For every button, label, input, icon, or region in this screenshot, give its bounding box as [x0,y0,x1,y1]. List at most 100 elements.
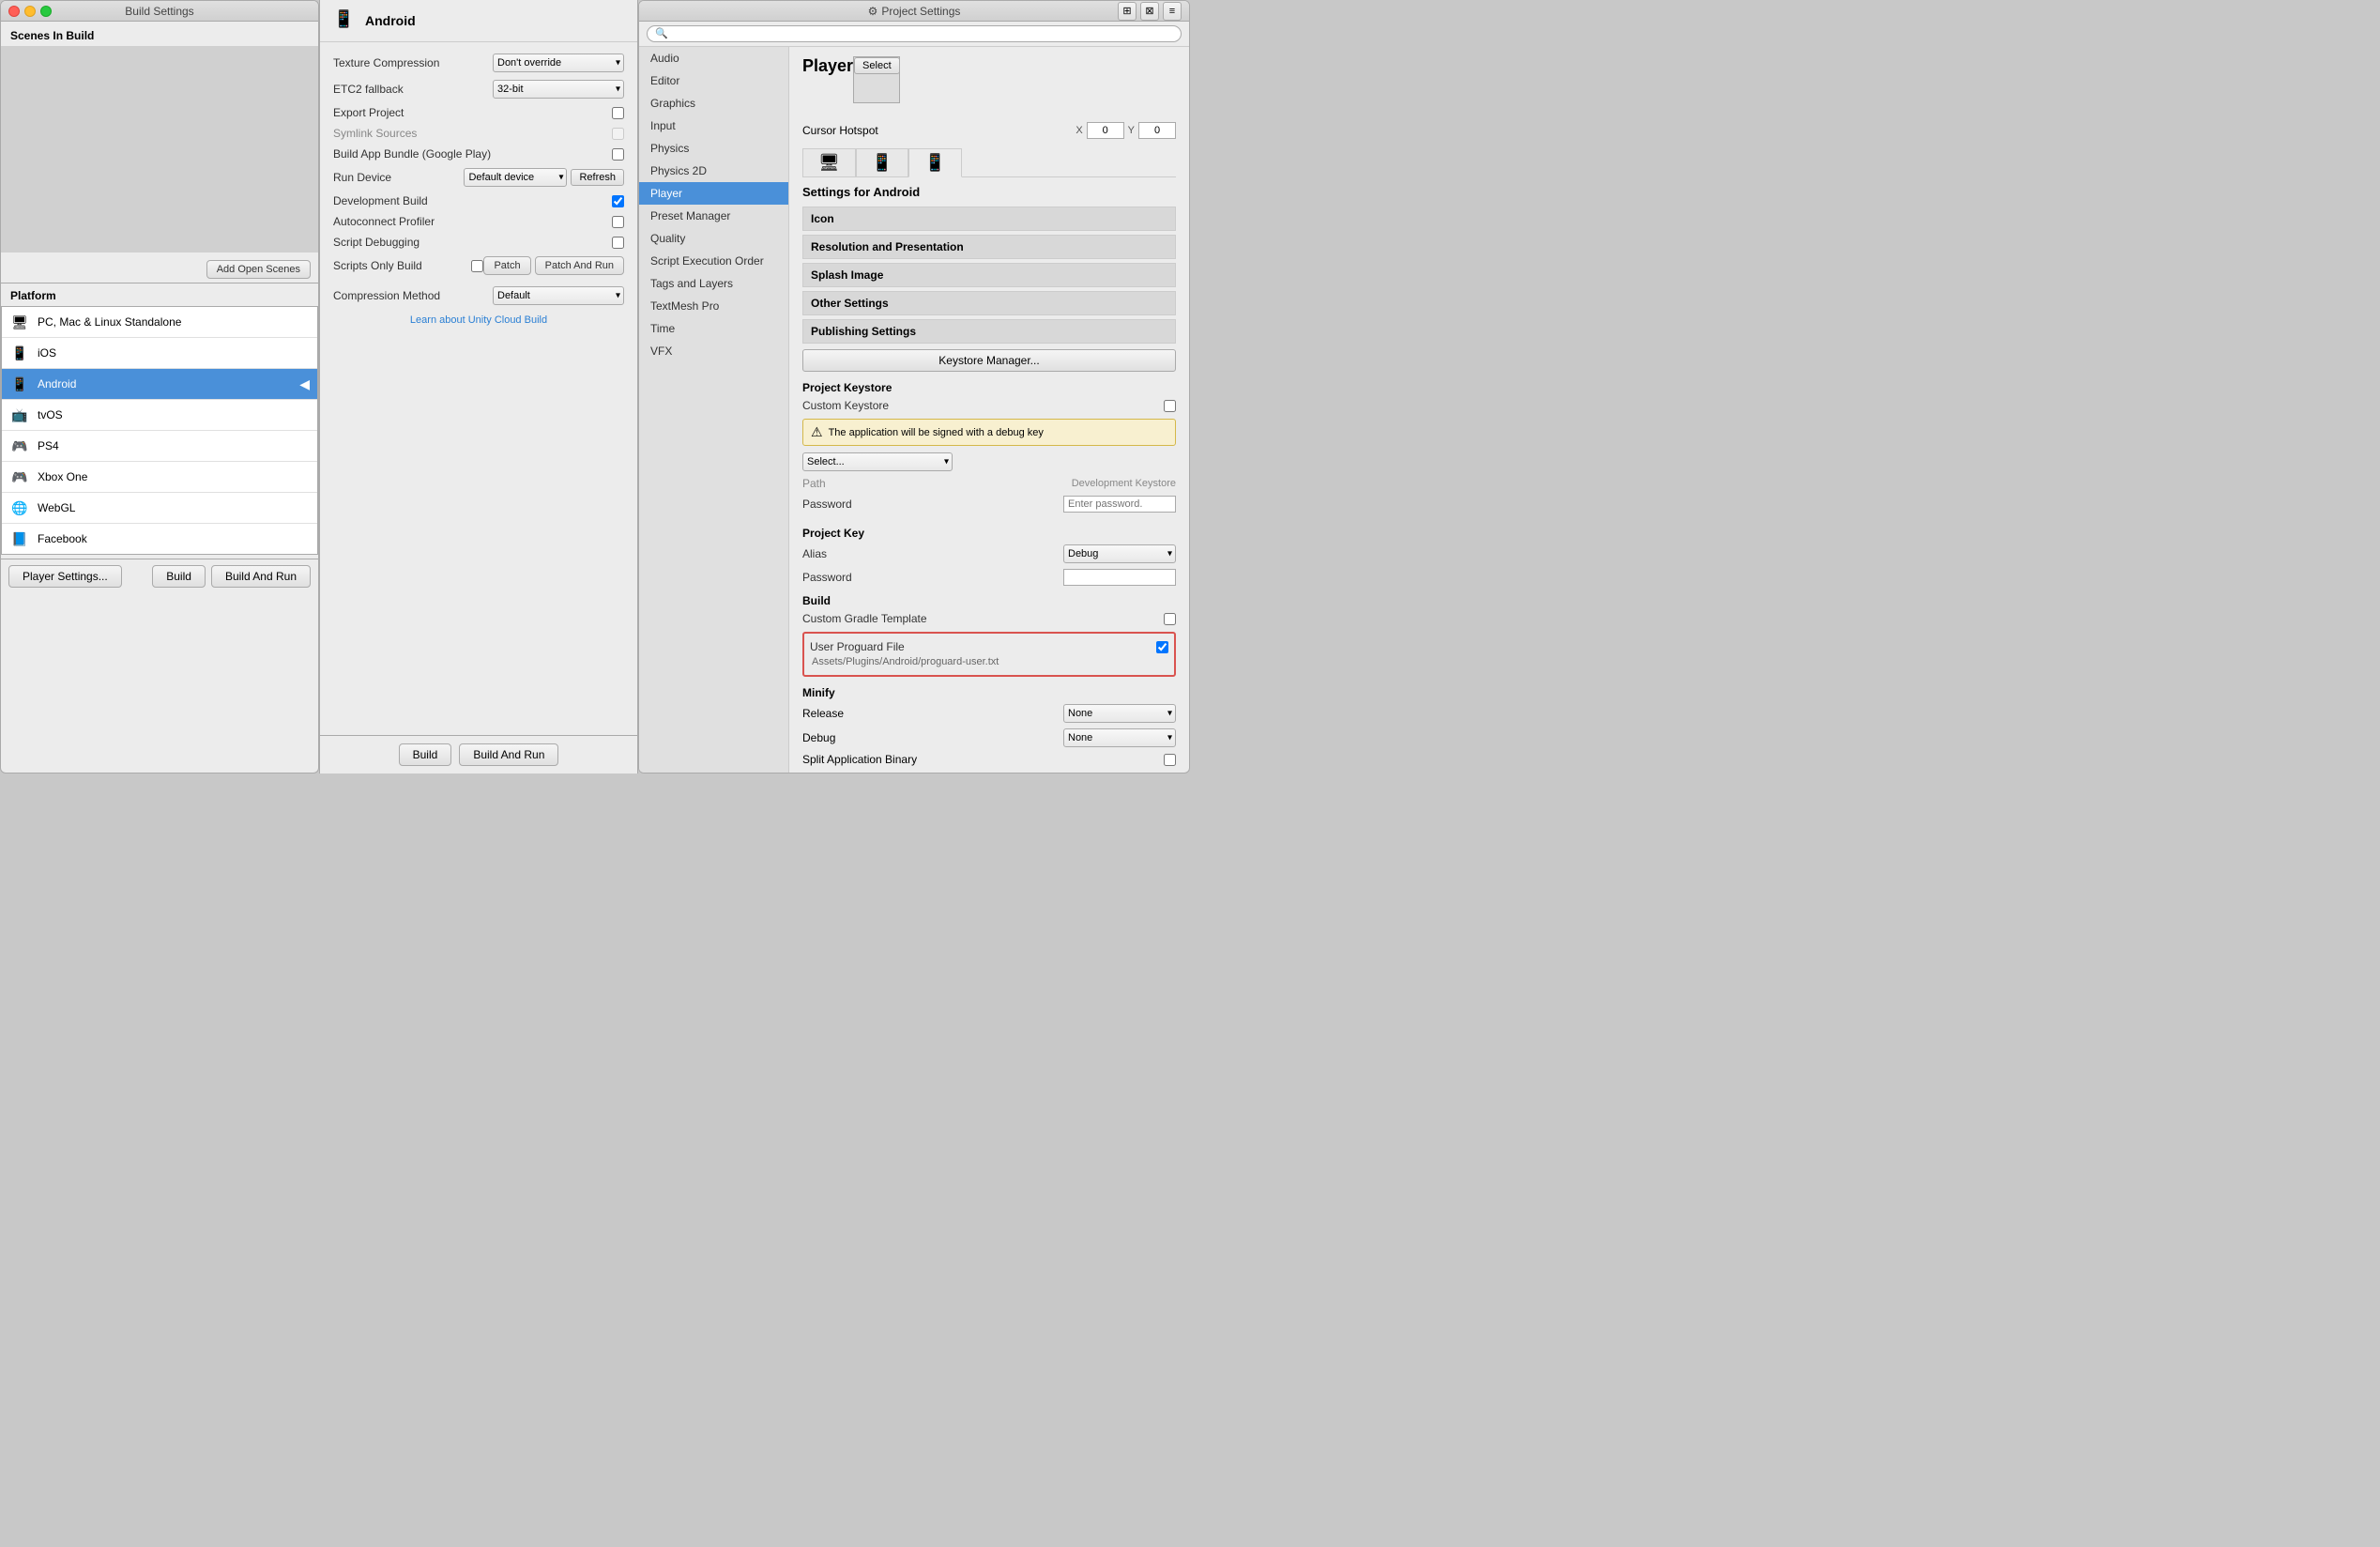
project-key-password-input[interactable] [1063,569,1176,586]
keystore-manager-button[interactable]: Keystore Manager... [802,349,1176,372]
tab-standalone[interactable]: 🖥 [802,148,856,176]
run-device-row: Run Device Default device Refresh [333,164,624,191]
scenes-list [1,46,318,253]
minimize-button[interactable] [24,6,36,17]
close-button[interactable] [8,6,20,17]
alias-select-wrapper: Debug [1063,544,1176,563]
development-build-checkbox[interactable] [612,195,624,207]
platform-item-android[interactable]: 📱 Android ◀ [2,369,317,400]
build-app-bundle-checkbox[interactable] [612,148,624,161]
project-key-password-label: Password [802,571,1063,584]
publishing-section-header[interactable]: Publishing Settings [802,319,1176,344]
texture-compression-select[interactable]: Don't override [493,54,624,72]
sidebar-item-vfx[interactable]: VFX [639,340,788,362]
patch-buttons-group: Patch Patch And Run [483,256,624,275]
player-tabs: 🖥 📱 📱 [802,148,1176,177]
build-and-run-button[interactable]: Build And Run [211,565,311,588]
scripts-only-build-checkbox[interactable] [471,260,483,272]
alias-select[interactable]: Debug [1063,544,1176,563]
sidebar-item-presetmanager[interactable]: Preset Manager [639,205,788,227]
symlink-sources-label: Symlink Sources [333,127,612,140]
sidebar-item-scriptexecutionorder[interactable]: Script Execution Order [639,250,788,272]
sidebar-item-audio[interactable]: Audio [639,47,788,69]
android-build-and-run-button[interactable]: Build And Run [459,743,558,766]
autoconnect-profiler-checkbox[interactable] [612,216,624,228]
patch-and-run-button[interactable]: Patch And Run [535,256,624,275]
patch-button[interactable]: Patch [483,256,530,275]
add-open-scenes-button[interactable]: Add Open Scenes [206,260,311,279]
platform-label-xboxone: Xbox One [38,470,87,483]
platform-label-pc: PC, Mac & Linux Standalone [38,315,181,329]
minify-release-label: Release [802,707,1063,720]
other-settings-section-header[interactable]: Other Settings [802,291,1176,315]
platform-item-ps4[interactable]: 🎮 PS4 [2,431,317,462]
minify-debug-label: Debug [802,731,1063,744]
project-key-title: Project Key [802,523,1176,542]
keystore-path-label: Path [802,477,1072,490]
ps-icon-btn-2[interactable]: ⊠ [1140,2,1159,21]
tvos-icon: 📺 [9,405,30,425]
splash-section-header[interactable]: Splash Image [802,263,1176,287]
refresh-button[interactable]: Refresh [571,169,624,186]
run-device-select[interactable]: Default device [464,168,567,187]
user-proguard-section: User Proguard File Assets/Plugins/Androi… [802,632,1176,677]
platform-item-xboxone[interactable]: 🎮 Xbox One [2,462,317,493]
sidebar-item-editor[interactable]: Editor [639,69,788,92]
cursor-hotspot-row: Cursor Hotspot X 0 Y 0 [802,118,1176,143]
custom-keystore-checkbox[interactable] [1164,400,1176,412]
ps-search-input[interactable] [647,25,1182,42]
etc2-fallback-select[interactable]: 32-bit [493,80,624,99]
sidebar-item-quality[interactable]: Quality [639,227,788,250]
split-app-checkbox[interactable] [1164,754,1176,766]
ps-icon-btn-3[interactable]: ≡ [1163,2,1182,21]
sidebar-item-physics[interactable]: Physics [639,137,788,160]
ps-toolbar [639,22,1189,47]
tab-android[interactable]: 📱 [908,148,961,177]
etc2-fallback-label: ETC2 fallback [333,83,493,96]
cursor-y-input[interactable]: 0 [1138,122,1176,139]
compression-method-select[interactable]: Default [493,286,624,305]
resolution-section-header[interactable]: Resolution and Presentation [802,235,1176,259]
scripts-only-build-row: Scripts Only Build Patch Patch And Run [333,253,624,279]
sidebar-item-tagsandlayers[interactable]: Tags and Layers [639,272,788,295]
platform-item-tvos[interactable]: 📺 tvOS [2,400,317,431]
user-proguard-checkbox[interactable] [1156,641,1168,653]
development-build-row: Development Build [333,191,624,211]
maximize-button[interactable] [40,6,52,17]
cloud-link[interactable]: Learn about Unity Cloud Build [333,309,624,331]
android-build-button[interactable]: Build [399,743,452,766]
sidebar-item-input[interactable]: Input [639,115,788,137]
platform-item-facebook[interactable]: 📘 Facebook [2,524,317,554]
tab-mobile[interactable]: 📱 [856,148,908,176]
ps-main: Player Select Cursor Hotspot X 0 Y 0 🖥 📱 [789,47,1189,773]
player-settings-button[interactable]: Player Settings... [8,565,122,588]
keystore-select-row: Select... [802,450,1176,474]
platform-item-pc[interactable]: 🖥 PC, Mac & Linux Standalone [2,307,317,338]
symlink-sources-checkbox[interactable] [612,128,624,140]
script-debugging-checkbox[interactable] [612,237,624,249]
sidebar-item-textmeshpro[interactable]: TextMesh Pro [639,295,788,317]
platform-item-ios[interactable]: 📱 iOS [2,338,317,369]
platform-list: 🖥 PC, Mac & Linux Standalone 📱 iOS 📱 And… [1,306,318,555]
platform-label-tvos: tvOS [38,408,63,421]
custom-gradle-checkbox[interactable] [1164,613,1176,625]
minify-debug-select[interactable]: None [1063,728,1176,747]
sidebar-item-physics2d[interactable]: Physics 2D [639,160,788,182]
sidebar-item-player[interactable]: Player [639,182,788,205]
minify-release-select[interactable]: None [1063,704,1176,723]
minify-release-select-wrapper: None [1063,704,1176,723]
platform-header: Platform [1,283,318,306]
keystore-password-input[interactable] [1063,496,1176,513]
sidebar-item-time[interactable]: Time [639,317,788,340]
platform-item-webgl[interactable]: 🌐 WebGL [2,493,317,524]
keystore-dropdown[interactable]: Select... [802,452,953,471]
cursor-x-input[interactable]: 0 [1087,122,1124,139]
build-button[interactable]: Build [152,565,206,588]
icon-section-header[interactable]: Icon [802,207,1176,231]
x-label: X [1076,125,1082,136]
ps-icon-btn-1[interactable]: ⊞ [1118,2,1137,21]
select-button[interactable]: Select [854,57,900,74]
export-project-checkbox[interactable] [612,107,624,119]
sidebar-item-graphics[interactable]: Graphics [639,92,788,115]
platform-label-ps4: PS4 [38,439,59,452]
